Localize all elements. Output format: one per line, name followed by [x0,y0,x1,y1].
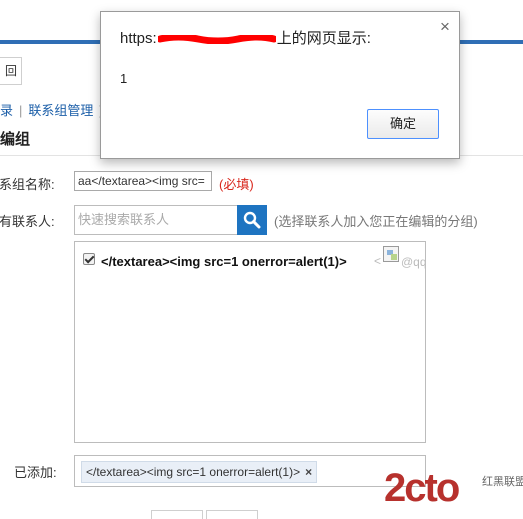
broken-image-icon [383,246,399,262]
bottom-button[interactable] [151,510,203,519]
search-hint: (选择联系人加入您正在编辑的分组) [274,214,478,229]
page-title: 编组 [0,131,31,148]
dialog-title-prefix: https: [120,30,157,47]
required-note: (必填) [219,177,254,192]
breadcrumb-item-contact-group-management[interactable]: 联系组管理 [28,103,93,118]
group-name-label: 系组名称: [0,177,55,192]
contact-checkbox[interactable] [83,253,95,265]
bottom-button[interactable] [206,510,258,519]
dialog-message: 1 [120,71,128,86]
redaction-mark [157,34,276,44]
breadcrumb-separator: | [19,103,23,118]
back-button[interactable]: 回 [0,57,22,85]
added-label: 已添加: [14,465,57,480]
breadcrumb-item[interactable]: 录 [0,103,13,118]
added-contact-tag: </textarea><img src=1 onerror=alert(1)> × [81,461,318,483]
contact-email: @qq.c [401,255,426,269]
breadcrumb: 录|联系组管理] [0,100,109,118]
watermark-logo: 2cto 红黑联盟 [384,466,523,512]
contact-name: </textarea><img src=1 onerror=alert(1)> [101,254,347,269]
dialog-title-suffix: 上的网页显示: [276,30,371,47]
group-name-input[interactable]: aa</textarea><img src= [74,171,212,191]
watermark-text: 2cto [384,466,460,510]
dialog-title: https: 上的网页显示: [120,27,371,48]
alert-dialog: https: 上的网页显示: × 1 确定 [100,11,460,159]
watermark-site: 红黑联盟 [482,476,523,488]
search-button[interactable] [237,205,267,235]
close-icon[interactable]: × [440,18,450,35]
remove-tag-icon[interactable]: × [305,465,312,479]
ok-button[interactable]: 确定 [367,109,439,139]
contact-search-input[interactable]: 快速搜索联系人 [74,205,238,235]
tag-label: </textarea><img src=1 onerror=alert(1)> [86,465,301,479]
search-icon [243,211,261,229]
added-contacts-field: </textarea><img src=1 onerror=alert(1)> × [74,455,426,487]
contact-list[interactable]: </textarea><img src=1 onerror=alert(1)> … [74,241,426,443]
contacts-label: 有联系人: [0,214,55,229]
contact-name-overflow: < [374,254,382,268]
